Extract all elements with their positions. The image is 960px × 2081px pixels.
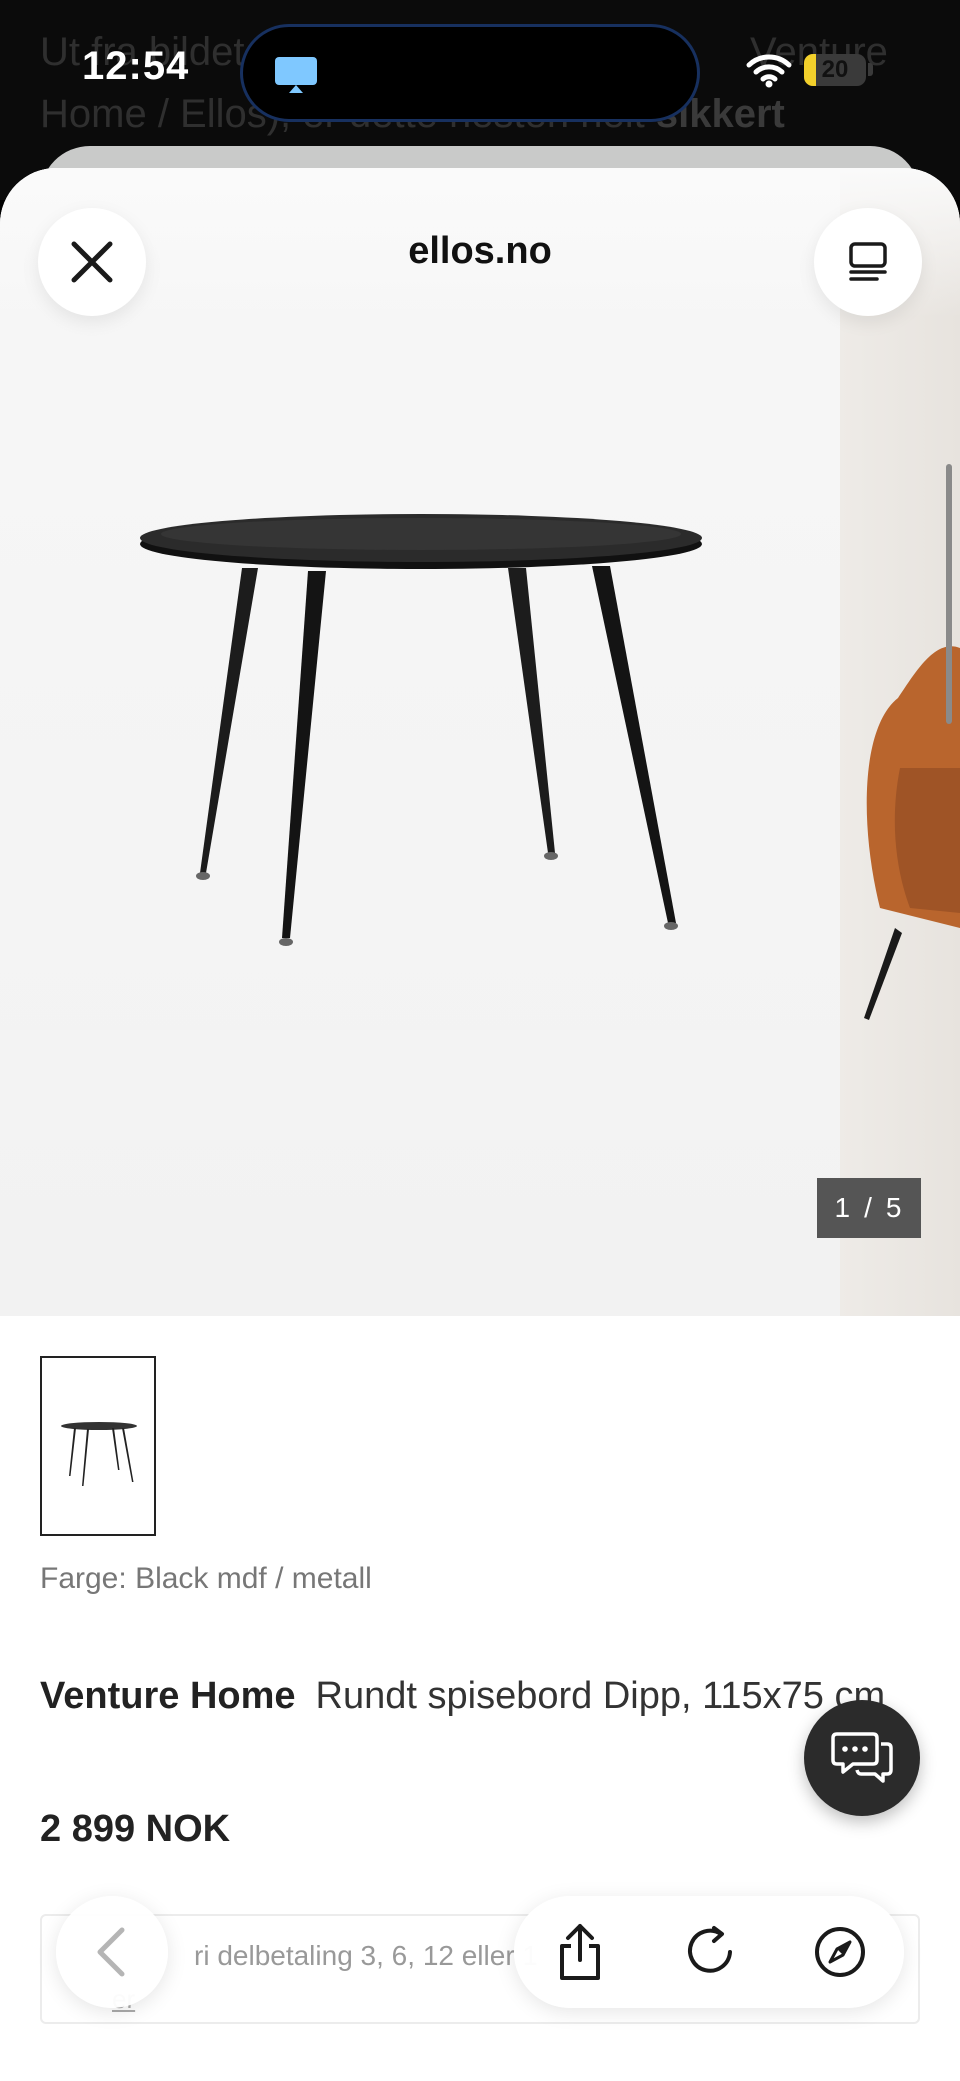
share-button[interactable] xyxy=(550,1922,610,1982)
product-name: Rundt spisebord Dipp, 115x75 cm xyxy=(315,1675,886,1717)
product-title: Venture Home Rundt spisebord Dipp, 115x75… xyxy=(40,1666,900,1726)
scroll-indicator[interactable] xyxy=(946,464,952,724)
chat-bubbles-icon xyxy=(831,1732,893,1783)
thumbnail-image xyxy=(61,1422,137,1486)
product-brand: Venture Home xyxy=(40,1675,296,1717)
image-counter-current: 1 xyxy=(834,1192,853,1223)
battery-level: 20 xyxy=(821,56,849,83)
reader-mode-button[interactable] xyxy=(814,208,922,316)
status-time: 12:54 xyxy=(82,44,190,88)
product-price: 2 899 NOK xyxy=(40,1808,231,1850)
browser-sheet: ellos.no 1 / 5 Farge: Black mdf / metall… xyxy=(0,168,960,2081)
color-value: Black mdf / metall xyxy=(135,1562,372,1595)
dynamic-island[interactable] xyxy=(240,24,700,122)
reader-mode-icon xyxy=(849,242,887,281)
back-button[interactable] xyxy=(56,1896,168,2008)
product-image[interactable] xyxy=(0,168,840,1316)
compass-icon xyxy=(815,1927,865,1977)
chair-image xyxy=(864,646,960,1020)
reload-button[interactable] xyxy=(680,1922,740,1982)
battery-tip xyxy=(868,63,873,76)
thumbnail-selected[interactable] xyxy=(40,1356,156,1536)
next-product-image[interactable] xyxy=(840,168,960,1316)
wifi-icon xyxy=(746,54,792,88)
installment-text: ri delbetaling 3, 6, 12 eller 1 xyxy=(194,1940,538,1971)
color-label: Farge: xyxy=(40,1562,127,1595)
image-counter-separator: / xyxy=(864,1192,874,1223)
reload-icon xyxy=(688,1926,732,1973)
image-counter-total: 5 xyxy=(885,1192,904,1223)
chevron-left-icon xyxy=(97,1927,125,1977)
image-counter: 1 / 5 xyxy=(817,1178,921,1238)
status-bar: 12:54 20 xyxy=(0,0,960,140)
screen-mirroring-icon xyxy=(275,57,317,93)
chat-button[interactable] xyxy=(804,1700,920,1816)
share-icon xyxy=(560,1924,600,1980)
battery-indicator: 20 xyxy=(804,54,866,86)
color-info: Farge: Black mdf / metall xyxy=(40,1562,372,1596)
round-table-image xyxy=(140,514,702,946)
browser-toolbar xyxy=(514,1896,904,2008)
safari-button[interactable] xyxy=(810,1922,870,1982)
